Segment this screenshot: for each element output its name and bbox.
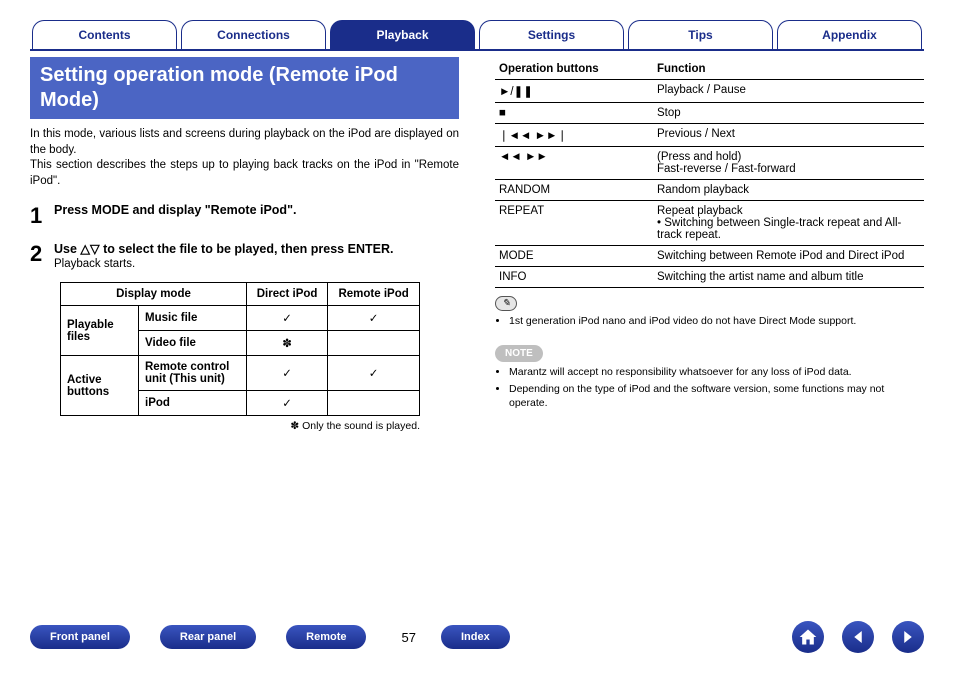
- next-page-icon[interactable]: [892, 621, 924, 653]
- home-icon[interactable]: [792, 621, 824, 653]
- step-1: 1Press MODE and display "Remote iPod".: [30, 203, 459, 229]
- front-panel-button[interactable]: Front panel: [30, 625, 130, 649]
- pencil-note-item: 1st generation iPod nano and iPod video …: [509, 315, 924, 329]
- step-number: 2: [30, 241, 54, 270]
- intro-text: In this mode, various lists and screens …: [30, 127, 459, 189]
- tab-appendix[interactable]: Appendix: [777, 20, 922, 49]
- remote-button[interactable]: Remote: [286, 625, 366, 649]
- step-title: Use △▽ to select the file to be played, …: [54, 241, 459, 256]
- step-2: 2Use △▽ to select the file to be played,…: [30, 241, 459, 270]
- page-number: 57: [401, 630, 415, 645]
- pencil-notes: 1st generation iPod nano and iPod video …: [495, 315, 924, 329]
- section-heading: Setting operation mode (Remote iPod Mode…: [30, 57, 459, 119]
- step-subtext: Playback starts.: [54, 258, 459, 270]
- note-items: Marantz will accept no responsibility wh…: [495, 366, 924, 411]
- rear-panel-button[interactable]: Rear panel: [160, 625, 256, 649]
- tab-contents[interactable]: Contents: [32, 20, 177, 49]
- tab-tips[interactable]: Tips: [628, 20, 773, 49]
- operation-buttons-table: Operation buttonsFunction►/❚❚Playback / …: [495, 59, 924, 288]
- table-footnote: ✽ Only the sound is played.: [30, 420, 420, 432]
- pencil-icon: ✎: [495, 296, 517, 311]
- note-badge: NOTE: [495, 345, 543, 362]
- prev-page-icon[interactable]: [842, 621, 874, 653]
- note-item: Marantz will accept no responsibility wh…: [509, 366, 924, 380]
- index-button[interactable]: Index: [441, 625, 510, 649]
- note-item: Depending on the type of iPod and the so…: [509, 383, 924, 410]
- top-nav-tabs: ContentsConnectionsPlaybackSettingsTipsA…: [30, 20, 924, 51]
- tab-playback[interactable]: Playback: [330, 20, 475, 49]
- footer-bar: Front panel Rear panel Remote 57 Index: [30, 621, 924, 653]
- display-mode-table: Display modeDirect iPodRemote iPodPlayab…: [60, 282, 420, 416]
- step-title: Press MODE and display "Remote iPod".: [54, 203, 459, 217]
- step-number: 1: [30, 203, 54, 229]
- tab-settings[interactable]: Settings: [479, 20, 624, 49]
- tab-connections[interactable]: Connections: [181, 20, 326, 49]
